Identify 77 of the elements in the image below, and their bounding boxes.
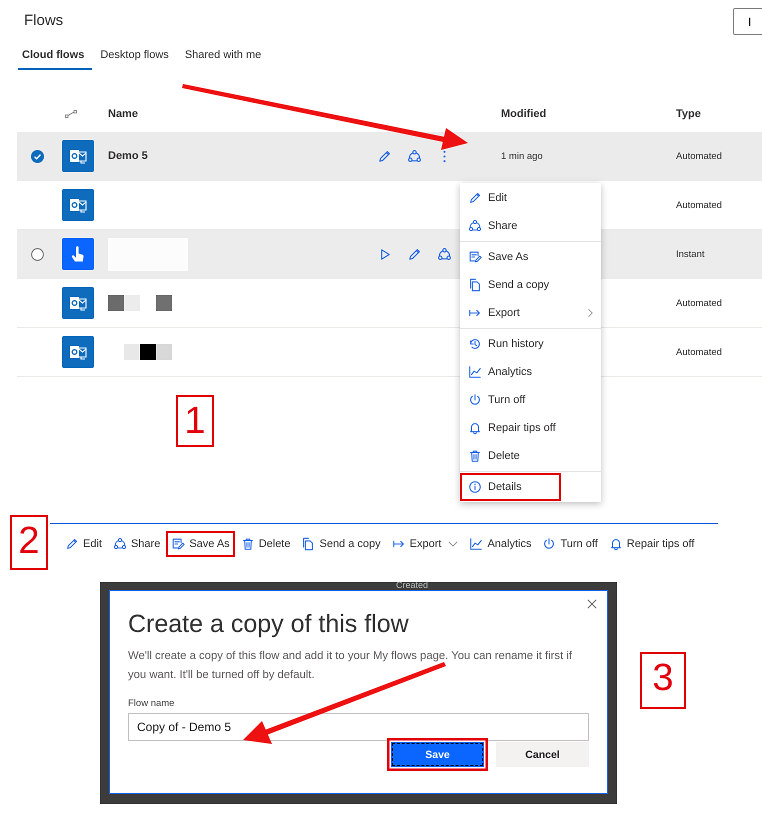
command-button[interactable]: Turn off [537,530,603,556]
bell-icon [608,536,623,550]
flow-type: Automated [676,298,722,308]
name-field[interactable]: Copy of - Demo 5 [128,713,589,741]
table-row[interactable]: Demo 5 1 min ago Automated [17,132,762,181]
step-number: 3 [640,652,686,709]
copy-icon [301,536,316,550]
pencil-icon[interactable] [377,148,392,164]
flow-type: Automated [676,200,722,210]
mail-flow-icon [62,140,94,172]
pencil-icon [65,536,79,550]
save-button[interactable]: Save [387,738,488,771]
history-icon [468,337,482,351]
step-number: 1 [176,395,214,447]
power-icon [542,536,556,550]
command-button[interactable]: Save As [166,530,235,556]
column-header[interactable]: Modified [501,108,546,120]
dialog-title: Create a copy of this flow [128,609,410,639]
chevron-down-icon [448,540,458,547]
save-as-icon [171,536,186,550]
cancel-button[interactable]: Cancel [496,742,589,767]
menu-item[interactable]: Save As [460,243,601,271]
chart-icon [469,536,484,550]
share-icon[interactable] [407,148,422,164]
mail-flow-icon [62,189,94,221]
page-title: Flows [24,12,64,30]
menu-item[interactable]: Edit [460,184,601,212]
command-button[interactable]: Share [108,530,166,556]
header-button[interactable]: I [733,8,762,35]
command-button[interactable]: Edit [60,530,107,556]
flow-name[interactable]: Demo 5 [108,150,148,162]
close-icon[interactable] [587,599,597,609]
menu-item[interactable]: Export [460,299,601,327]
flow-type-icon [65,110,77,118]
info-icon [468,480,482,494]
tab[interactable]: Cloud flows [18,44,92,70]
tab[interactable]: Desktop flows [96,44,177,70]
save-as-icon [468,250,482,264]
menu-item[interactable]: Turn off [460,386,601,414]
command-button[interactable]: Export [386,530,464,556]
radio-icon[interactable] [30,248,44,260]
column-header[interactable]: Name [108,108,138,120]
flow-type: Automated [676,346,722,358]
chevron-right-icon [587,308,593,318]
checked-icon[interactable] [30,150,44,162]
mail-flow-icon [62,287,94,319]
field-label: Flow name [128,698,176,709]
mail-flow-icon [62,336,94,368]
tab[interactable]: Shared with me [180,44,270,70]
trash-icon [468,449,482,463]
bell-icon [468,421,482,435]
menu-item[interactable]: Delete [460,442,601,470]
dialog-description: We'll create a copy of this flow and add it to your My flows page. You can rename it first if you want. It'll be turned off by default. [128,649,574,683]
command-button[interactable]: Repair tips off [604,530,700,556]
backdrop-text: Created [396,581,428,590]
column-header[interactable]: Type [676,108,701,120]
flow-type: Instant [676,248,705,260]
command-button[interactable]: Send a copy [296,530,386,556]
power-icon [468,393,482,407]
redaction-drawing [108,295,172,311]
menu-item[interactable]: Run history [460,330,601,358]
menu-item[interactable]: Repair tips off [460,414,601,442]
share-icon[interactable] [437,246,452,262]
pencil-icon[interactable] [407,246,422,262]
modified-time: 1 min ago [501,150,543,162]
share-icon [112,536,127,550]
pencil-icon [468,191,482,205]
command-button[interactable]: Analytics [464,530,536,556]
share-icon [468,219,482,233]
hand-flow-icon [62,238,94,270]
menu-item[interactable]: Details [460,473,561,501]
step-number: 2 [10,515,48,570]
command-button[interactable]: Delete [236,530,296,556]
chart-icon [468,365,482,379]
copy-icon [468,278,482,292]
trash-icon [240,536,255,550]
flow-type: Automated [676,150,722,162]
